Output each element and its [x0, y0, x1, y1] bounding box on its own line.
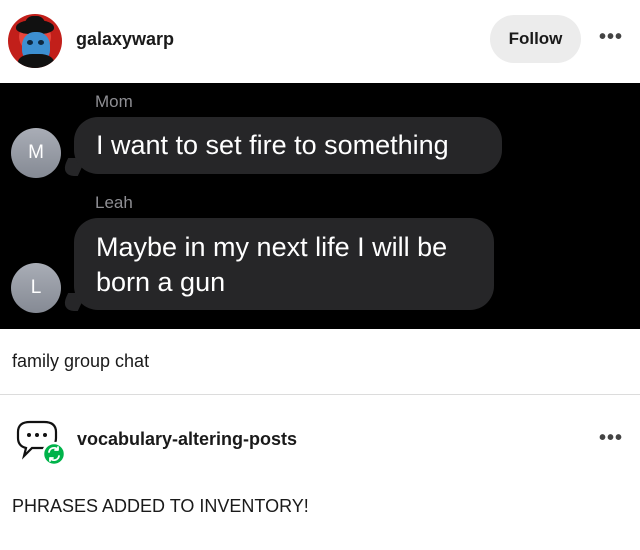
message-sender: Leah: [95, 193, 133, 212]
eye-shape: [27, 40, 33, 45]
contact-avatar: M: [11, 128, 61, 178]
message-sender: Mom: [95, 92, 133, 111]
eye-shape: [38, 40, 44, 45]
divider: [0, 394, 640, 395]
follow-button[interactable]: Follow: [490, 15, 581, 63]
contact-avatar: L: [11, 263, 61, 313]
hat-top-shape: [25, 16, 45, 26]
user-avatar[interactable]: [8, 14, 62, 68]
post-header: galaxywarp Follow •••: [0, 0, 640, 83]
chat-screenshot-image: Mom I want to set fire to something M Le…: [0, 83, 640, 329]
post-caption: family group chat: [12, 351, 150, 371]
reblog-user-avatar[interactable]: [14, 418, 70, 468]
message-bubble: I want to set fire to something: [74, 117, 502, 174]
body-shape: [18, 54, 54, 68]
post-username[interactable]: galaxywarp: [76, 29, 174, 50]
message-bubble: Maybe in my next life I will be born a g…: [74, 218, 494, 310]
reblog-username[interactable]: vocabulary-altering-posts: [77, 429, 297, 450]
reblog-text: PHRASES ADDED TO INVENTORY!: [12, 496, 309, 516]
speech-bubble-icon: [16, 420, 67, 467]
more-options-icon[interactable]: •••: [596, 427, 626, 451]
more-options-icon[interactable]: •••: [596, 26, 626, 50]
